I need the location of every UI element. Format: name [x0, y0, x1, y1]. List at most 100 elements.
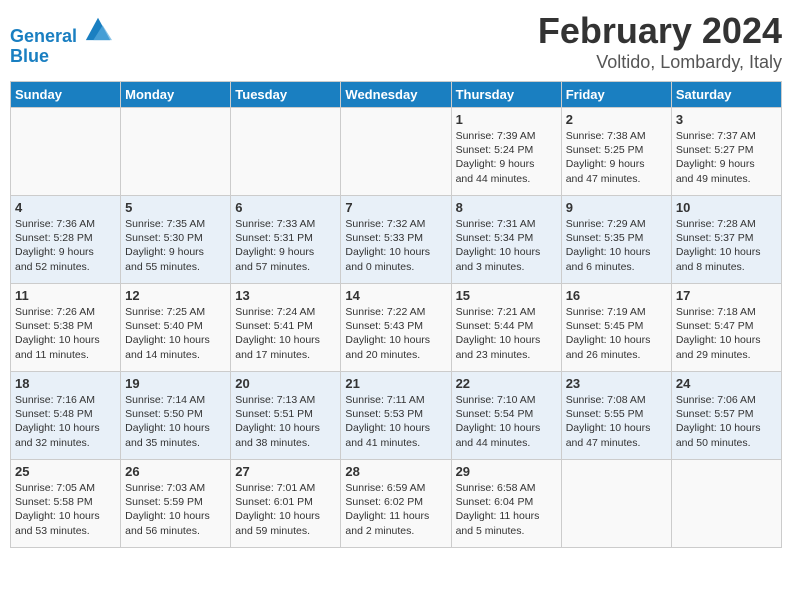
title-block: February 2024 Voltido, Lombardy, Italy — [538, 10, 782, 73]
day-number: 23 — [566, 376, 667, 391]
day-number: 7 — [345, 200, 446, 215]
day-info: Sunrise: 7:22 AMSunset: 5:43 PMDaylight:… — [345, 305, 446, 362]
day-number: 28 — [345, 464, 446, 479]
day-number: 14 — [345, 288, 446, 303]
col-header-tuesday: Tuesday — [231, 82, 341, 108]
day-info: Sunrise: 7:32 AMSunset: 5:33 PMDaylight:… — [345, 217, 446, 274]
day-cell: 4 Sunrise: 7:36 AMSunset: 5:28 PMDaylight… — [11, 196, 121, 284]
day-number: 27 — [235, 464, 336, 479]
day-info: Sunrise: 6:58 AMSunset: 6:04 PMDaylight:… — [456, 481, 557, 538]
day-cell: 3 Sunrise: 7:37 AMSunset: 5:27 PMDaylight… — [671, 108, 781, 196]
col-header-saturday: Saturday — [671, 82, 781, 108]
col-header-wednesday: Wednesday — [341, 82, 451, 108]
day-number: 22 — [456, 376, 557, 391]
day-info: Sunrise: 7:33 AMSunset: 5:31 PMDaylight:… — [235, 217, 336, 274]
day-number: 5 — [125, 200, 226, 215]
day-cell: 5 Sunrise: 7:35 AMSunset: 5:30 PMDaylight… — [121, 196, 231, 284]
day-info: Sunrise: 7:37 AMSunset: 5:27 PMDaylight:… — [676, 129, 777, 186]
day-cell: 6Sunrise: 7:33 AMSunset: 5:31 PMDaylight… — [231, 196, 341, 284]
logo: General Blue — [10, 14, 112, 67]
day-cell: 8Sunrise: 7:31 AMSunset: 5:34 PMDaylight… — [451, 196, 561, 284]
day-info: Sunrise: 7:11 AMSunset: 5:53 PMDaylight:… — [345, 393, 446, 450]
day-cell: 24 Sunrise: 7:06 AMSunset: 5:57 PMDayligh… — [671, 372, 781, 460]
day-cell: 21 Sunrise: 7:11 AMSunset: 5:53 PMDayligh… — [341, 372, 451, 460]
day-info: Sunrise: 7:19 AMSunset: 5:45 PMDaylight:… — [566, 305, 667, 362]
day-cell: 12 Sunrise: 7:25 AMSunset: 5:40 PMDayligh… — [121, 284, 231, 372]
day-cell: 26Sunrise: 7:03 AMSunset: 5:59 PMDayligh… — [121, 460, 231, 548]
calendar-header-row: SundayMondayTuesdayWednesdayThursdayFrid… — [11, 82, 782, 108]
day-info: Sunrise: 7:35 AMSunset: 5:30 PMDaylight:… — [125, 217, 226, 274]
week-row-2: 4 Sunrise: 7:36 AMSunset: 5:28 PMDaylight… — [11, 196, 782, 284]
day-cell: 16 Sunrise: 7:19 AMSunset: 5:45 PMDayligh… — [561, 284, 671, 372]
day-number: 13 — [235, 288, 336, 303]
day-number: 11 — [15, 288, 116, 303]
day-cell: 15Sunrise: 7:21 AMSunset: 5:44 PMDayligh… — [451, 284, 561, 372]
day-info: Sunrise: 7:16 AMSunset: 5:48 PMDaylight:… — [15, 393, 116, 450]
day-cell: 27 Sunrise: 7:01 AMSunset: 6:01 PMDayligh… — [231, 460, 341, 548]
day-cell: 25 Sunrise: 7:05 AMSunset: 5:58 PMDayligh… — [11, 460, 121, 548]
col-header-friday: Friday — [561, 82, 671, 108]
day-number: 2 — [566, 112, 667, 127]
day-number: 4 — [15, 200, 116, 215]
day-info: Sunrise: 7:18 AMSunset: 5:47 PMDaylight:… — [676, 305, 777, 362]
day-info: Sunrise: 7:29 AMSunset: 5:35 PMDaylight:… — [566, 217, 667, 274]
day-info: Sunrise: 7:14 AMSunset: 5:50 PMDaylight:… — [125, 393, 226, 450]
day-cell — [11, 108, 121, 196]
day-info: Sunrise: 7:31 AMSunset: 5:34 PMDaylight:… — [456, 217, 557, 274]
day-cell: 20 Sunrise: 7:13 AMSunset: 5:51 PMDayligh… — [231, 372, 341, 460]
day-number: 26 — [125, 464, 226, 479]
week-row-3: 11Sunrise: 7:26 AMSunset: 5:38 PMDayligh… — [11, 284, 782, 372]
day-number: 29 — [456, 464, 557, 479]
day-cell: 2Sunrise: 7:38 AMSunset: 5:25 PMDaylight… — [561, 108, 671, 196]
day-cell — [341, 108, 451, 196]
col-header-sunday: Sunday — [11, 82, 121, 108]
day-info: Sunrise: 7:25 AMSunset: 5:40 PMDaylight:… — [125, 305, 226, 362]
day-cell: 13 Sunrise: 7:24 AMSunset: 5:41 PMDayligh… — [231, 284, 341, 372]
day-cell — [561, 460, 671, 548]
day-number: 15 — [456, 288, 557, 303]
day-cell — [121, 108, 231, 196]
day-number: 12 — [125, 288, 226, 303]
day-info: Sunrise: 7:05 AMSunset: 5:58 PMDaylight:… — [15, 481, 116, 538]
logo-general: General — [10, 26, 77, 46]
page-header: General Blue February 2024 Voltido, Lomb… — [10, 10, 782, 73]
logo-icon — [84, 14, 112, 42]
day-cell — [671, 460, 781, 548]
day-cell: 18 Sunrise: 7:16 AMSunset: 5:48 PMDayligh… — [11, 372, 121, 460]
day-number: 1 — [456, 112, 557, 127]
day-info: Sunrise: 7:13 AMSunset: 5:51 PMDaylight:… — [235, 393, 336, 450]
day-number: 3 — [676, 112, 777, 127]
day-cell: 19 Sunrise: 7:14 AMSunset: 5:50 PMDayligh… — [121, 372, 231, 460]
day-number: 20 — [235, 376, 336, 391]
logo-blue: Blue — [10, 47, 112, 67]
day-cell: 22Sunrise: 7:10 AMSunset: 5:54 PMDayligh… — [451, 372, 561, 460]
day-cell: 14 Sunrise: 7:22 AMSunset: 5:43 PMDayligh… — [341, 284, 451, 372]
day-info: Sunrise: 7:08 AMSunset: 5:55 PMDaylight:… — [566, 393, 667, 450]
col-header-monday: Monday — [121, 82, 231, 108]
day-info: Sunrise: 7:39 AMSunset: 5:24 PMDaylight:… — [456, 129, 557, 186]
day-cell: 11Sunrise: 7:26 AMSunset: 5:38 PMDayligh… — [11, 284, 121, 372]
calendar-table: SundayMondayTuesdayWednesdayThursdayFrid… — [10, 81, 782, 548]
day-number: 19 — [125, 376, 226, 391]
day-info: Sunrise: 7:24 AMSunset: 5:41 PMDaylight:… — [235, 305, 336, 362]
logo-text: General — [10, 14, 112, 47]
day-info: Sunrise: 6:59 AMSunset: 6:02 PMDaylight:… — [345, 481, 446, 538]
day-number: 24 — [676, 376, 777, 391]
day-info: Sunrise: 7:06 AMSunset: 5:57 PMDaylight:… — [676, 393, 777, 450]
week-row-5: 25 Sunrise: 7:05 AMSunset: 5:58 PMDayligh… — [11, 460, 782, 548]
day-cell: 7 Sunrise: 7:32 AMSunset: 5:33 PMDaylight… — [341, 196, 451, 284]
day-cell: 9Sunrise: 7:29 AMSunset: 5:35 PMDaylight… — [561, 196, 671, 284]
col-header-thursday: Thursday — [451, 82, 561, 108]
day-number: 18 — [15, 376, 116, 391]
day-number: 25 — [15, 464, 116, 479]
day-info: Sunrise: 7:36 AMSunset: 5:28 PMDaylight:… — [15, 217, 116, 274]
day-number: 16 — [566, 288, 667, 303]
day-cell: 1 Sunrise: 7:39 AMSunset: 5:24 PMDaylight… — [451, 108, 561, 196]
day-number: 10 — [676, 200, 777, 215]
day-info: Sunrise: 7:01 AMSunset: 6:01 PMDaylight:… — [235, 481, 336, 538]
week-row-4: 18 Sunrise: 7:16 AMSunset: 5:48 PMDayligh… — [11, 372, 782, 460]
week-row-1: 1 Sunrise: 7:39 AMSunset: 5:24 PMDaylight… — [11, 108, 782, 196]
day-cell: 17Sunrise: 7:18 AMSunset: 5:47 PMDayligh… — [671, 284, 781, 372]
day-number: 21 — [345, 376, 446, 391]
day-cell: 23 Sunrise: 7:08 AMSunset: 5:55 PMDayligh… — [561, 372, 671, 460]
